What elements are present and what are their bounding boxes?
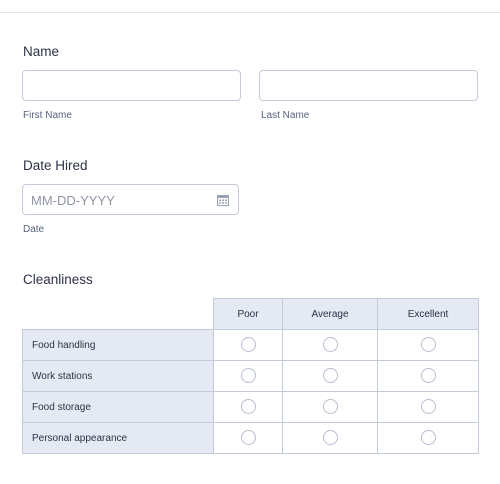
radio-food-handling-poor[interactable]	[240, 337, 256, 353]
last-name-sublabel: Last Name	[261, 110, 310, 121]
radio-work-stations-poor[interactable]	[240, 368, 256, 384]
matrix-cell	[377, 422, 479, 454]
matrix-row: Food handling	[22, 329, 479, 361]
matrix-cell	[377, 360, 479, 392]
first-name-input[interactable]	[22, 70, 241, 101]
cleanliness-matrix: Poor Average Excellent Food handling Wor…	[22, 298, 479, 454]
matrix-cell	[377, 329, 479, 361]
date-hired-input[interactable]	[31, 191, 211, 209]
radio-personal-appearance-poor[interactable]	[240, 430, 256, 446]
matrix-row: Food storage	[22, 391, 479, 423]
column-header-poor: Poor	[213, 298, 283, 330]
matrix-cell	[213, 329, 283, 361]
matrix-row: Personal appearance	[22, 422, 479, 454]
first-name-sublabel: First Name	[23, 110, 72, 121]
row-label-food-storage: Food storage	[22, 391, 214, 423]
name-label: Name	[23, 44, 60, 59]
matrix-corner	[23, 299, 214, 330]
radio-food-handling-excellent[interactable]	[420, 337, 436, 353]
radio-food-storage-average[interactable]	[322, 399, 338, 415]
matrix-cell	[282, 360, 378, 392]
matrix-cell	[282, 391, 378, 423]
matrix-row: Work stations	[22, 360, 479, 392]
matrix-cell	[213, 391, 283, 423]
radio-food-handling-average[interactable]	[322, 337, 338, 353]
matrix-cell	[213, 422, 283, 454]
radio-food-storage-excellent[interactable]	[420, 399, 436, 415]
calendar-icon[interactable]	[217, 194, 229, 206]
row-label-personal-appearance: Personal appearance	[22, 422, 214, 454]
radio-work-stations-average[interactable]	[322, 368, 338, 384]
matrix-cell	[282, 329, 378, 361]
row-label-food-handling: Food handling	[22, 329, 214, 361]
date-sublabel: Date	[23, 224, 45, 235]
date-hired-label: Date Hired	[23, 158, 88, 173]
matrix-cell	[377, 391, 479, 423]
cleanliness-label: Cleanliness	[23, 272, 93, 287]
last-name-input[interactable]	[259, 70, 478, 101]
radio-personal-appearance-excellent[interactable]	[420, 430, 436, 446]
column-header-average: Average	[282, 298, 378, 330]
column-header-excellent: Excellent	[377, 298, 479, 330]
row-label-work-stations: Work stations	[22, 360, 214, 392]
header-divider	[0, 12, 500, 13]
radio-food-storage-poor[interactable]	[240, 399, 256, 415]
radio-personal-appearance-average[interactable]	[322, 430, 338, 446]
matrix-cell	[213, 360, 283, 392]
radio-work-stations-excellent[interactable]	[420, 368, 436, 384]
date-hired-field[interactable]	[22, 184, 239, 215]
matrix-cell	[282, 422, 378, 454]
